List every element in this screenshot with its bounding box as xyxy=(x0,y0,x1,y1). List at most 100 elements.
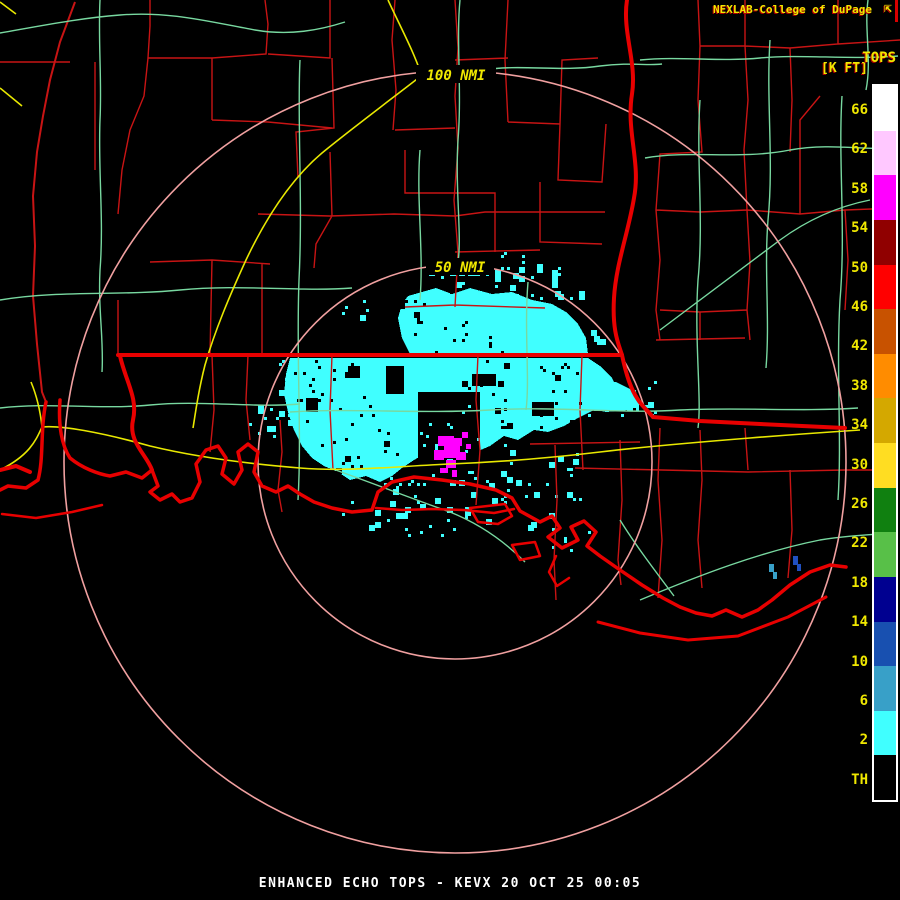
echo-texture-pixel xyxy=(540,426,543,429)
echo-texture-pixel xyxy=(576,372,579,375)
echo-texture-pixel xyxy=(492,393,495,396)
echo-texture-pixel xyxy=(543,405,546,408)
legend-band xyxy=(874,443,896,488)
echo-magenta-pixel xyxy=(440,468,448,473)
echo-texture-pixel xyxy=(351,363,354,366)
echo-cyan-pixel xyxy=(579,291,585,297)
legend-band xyxy=(874,576,896,622)
echo-cyan-pixel xyxy=(579,498,582,501)
echo-cyan-pixel xyxy=(495,285,498,288)
edge-tick xyxy=(895,0,898,22)
echo-texture-pixel xyxy=(333,378,336,381)
echo-cyan-pixel xyxy=(531,276,534,279)
echo-cyan-pixel xyxy=(567,468,570,471)
echo-cyan-pixel xyxy=(504,252,507,255)
legend-label: 6 xyxy=(859,693,868,709)
echo-cyan-pixel xyxy=(501,498,504,501)
echo-cyan-pixel xyxy=(387,519,390,522)
echo-cyan-pixel xyxy=(342,312,345,315)
echo-cyan-pixel xyxy=(426,435,429,438)
echo-texture-pixel xyxy=(384,450,387,453)
echo-cyan-pixel xyxy=(288,414,291,417)
legend-label: 50 xyxy=(851,259,868,276)
legend-label: 42 xyxy=(851,338,868,355)
legend-labels: 66 62 58 54 50 46 42 38 34 30 26 22 18 14 10 6 2 TH xyxy=(818,0,868,900)
echo-texture-pixel xyxy=(315,360,318,363)
ring-label-50nmi: 50 NMI xyxy=(435,260,486,276)
echo-cyan-pixel xyxy=(441,276,444,279)
echo-texture-pixel xyxy=(576,426,579,429)
echo-texture-pixel xyxy=(501,420,504,423)
echo-cyan-pixel xyxy=(423,483,426,486)
echo-texture-pixel xyxy=(333,441,336,444)
echo-texture-pixel xyxy=(555,402,558,405)
echo-texture-pixel xyxy=(345,456,351,462)
echo-cyan-pixel xyxy=(597,384,603,390)
radar-app: { "header": { "brand": "NEXLAB-College o… xyxy=(0,0,900,900)
legend-colorbar xyxy=(872,84,898,802)
echo-texture-pixel xyxy=(504,399,507,402)
echo-texture-pixel xyxy=(309,384,312,387)
echo-cyan-pixel xyxy=(594,336,600,342)
echo-cyan-pixel xyxy=(432,294,438,300)
echo-cyan-pixel xyxy=(525,495,528,498)
echo-texture-pixel xyxy=(378,429,381,432)
echo-texture-pixel xyxy=(342,462,345,465)
echo-texture-pixel xyxy=(540,366,543,369)
echo-cyan-pixel xyxy=(420,432,423,435)
echo-cyan-pixel xyxy=(600,339,606,345)
resize-icon[interactable]: ⇱ xyxy=(884,1,892,16)
echo-texture-pixel xyxy=(462,324,465,327)
echo-texture-pixel xyxy=(399,300,402,303)
legend-band xyxy=(874,666,896,711)
legend-band xyxy=(874,264,896,310)
echo-cyan-pixel xyxy=(279,363,282,366)
legend-label: TH xyxy=(851,771,868,788)
echo-cyan-pixel xyxy=(570,297,573,300)
echo-cyan-pixel xyxy=(510,285,516,291)
echo-cyan-pixel xyxy=(654,381,657,384)
echo-cyan-pixel xyxy=(429,525,432,528)
echo-cyan-pixel xyxy=(450,426,453,429)
echo-texture-pixel xyxy=(468,387,471,390)
echo-cyan-pixel xyxy=(396,486,399,489)
echo-cyan-pixel xyxy=(345,306,348,309)
echo-cyan-pixel xyxy=(474,477,477,480)
legend-band xyxy=(874,621,896,667)
echo-cyan-pixel xyxy=(447,423,450,426)
echo-texture-pixel xyxy=(417,321,420,324)
legend-band xyxy=(874,130,896,176)
echo-texture-pixel xyxy=(486,360,489,363)
echo-cyan-pixel xyxy=(534,492,540,498)
product-caption: ENHANCED ECHO TOPS - KEVX 20 OCT 25 00:0… xyxy=(258,876,642,891)
echo-cyan-pixel xyxy=(405,528,408,531)
echo-texture-pixel xyxy=(564,363,567,366)
echo-texture-pixel xyxy=(507,423,513,429)
echo-cyan-pixel xyxy=(399,483,402,486)
echo-texture-pixel xyxy=(345,372,351,378)
echo-cyan-pixel xyxy=(531,522,537,528)
echo-texture-pixel xyxy=(384,441,390,447)
echo-texture-pixel xyxy=(396,453,399,456)
echo-cyan-pixel xyxy=(435,444,438,447)
echo-cyan-pixel xyxy=(342,513,345,516)
legend-label: 10 xyxy=(851,653,868,670)
echo-texture-pixel xyxy=(294,372,297,375)
echo-texture-pixel xyxy=(402,300,405,303)
echo-cyan-pixel xyxy=(510,450,516,456)
echo-cyan-pixel xyxy=(363,300,366,303)
legend-label: 38 xyxy=(851,377,868,394)
echo-cyan-pixel xyxy=(408,534,411,537)
echo-texture-pixel xyxy=(321,444,324,447)
legend-band xyxy=(874,86,896,131)
echo-cyan-pixel xyxy=(369,525,375,531)
echo-cyan-pixel xyxy=(567,492,573,498)
echo-cyan-pixel xyxy=(507,477,513,483)
echo-cyan-pixel xyxy=(531,294,534,297)
echo-texture-pixel xyxy=(321,393,324,396)
echo-magenta-pixel xyxy=(466,444,471,449)
echo-cyan-pixel xyxy=(615,396,618,399)
echo-cyan-pixel xyxy=(435,447,438,450)
echo-texture-pixel xyxy=(450,291,453,294)
echo-cyan-pixel xyxy=(390,501,396,507)
